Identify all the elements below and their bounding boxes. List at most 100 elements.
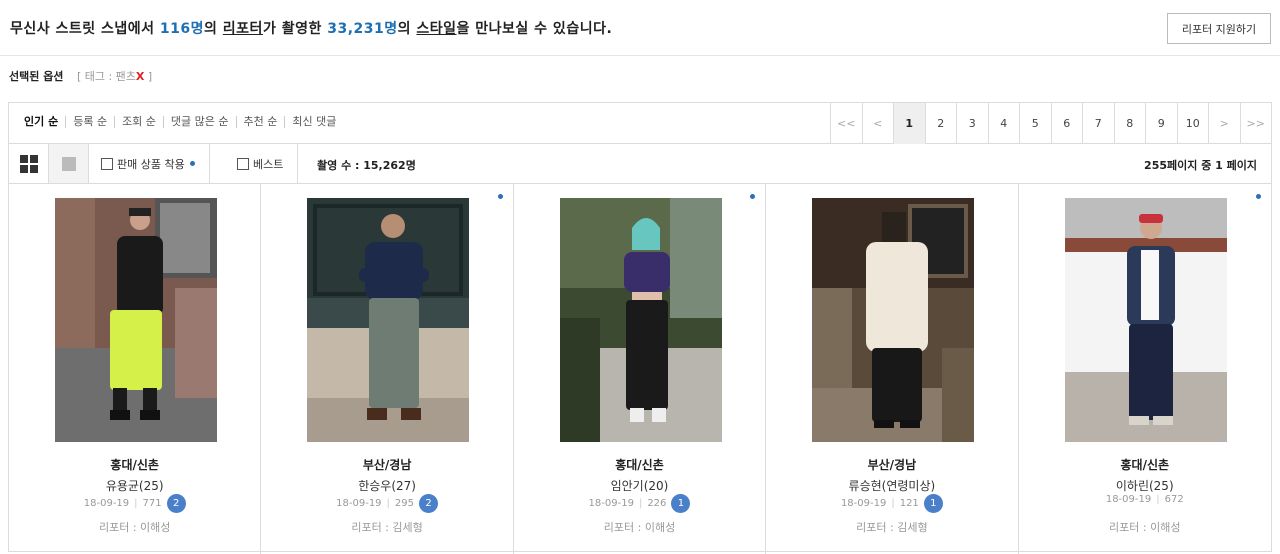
card-date: 18-09-19	[83, 498, 130, 509]
page-first-button[interactable]: <<	[830, 103, 862, 144]
card-reporter: 리포터 : 김세형	[351, 521, 423, 534]
snap-photo[interactable]	[559, 198, 722, 442]
card-name[interactable]: 임안기(20)	[514, 477, 765, 494]
sort-views[interactable]: 조회 순	[114, 116, 163, 128]
sort-popular[interactable]: 인기 순	[24, 116, 65, 128]
card-views: 295	[394, 498, 415, 509]
snap-card: 부산/경남 한승우(27) 18-09-19 | 295 2 리포터 : 김세형	[261, 184, 514, 554]
card-reporter: 리포터 : 이해성	[98, 521, 171, 534]
single-view-button[interactable]	[49, 144, 89, 183]
reporter-count: 116명	[159, 21, 205, 37]
reporter-link[interactable]: 리포터	[223, 21, 263, 37]
card-meta: 18-09-19 | 121 1	[766, 494, 1017, 513]
headline-prefix: 무신사 스트릿 스냅에서	[10, 21, 160, 37]
selected-tag: [ 태그 : 팬츠X ]	[77, 70, 152, 83]
new-indicator-icon	[1255, 194, 1261, 199]
pagination: << < 1 2 3 4 5 6 7 8 9 10 > >>	[830, 103, 1271, 144]
page-1[interactable]: 1	[893, 103, 925, 144]
card-name[interactable]: 류승현(연령미상)	[766, 477, 1017, 494]
meta-separator: |	[1156, 494, 1160, 505]
style-count: 33,231명	[327, 21, 398, 37]
card-date: 18-09-19	[840, 498, 887, 509]
card-meta: 18-09-19 | 295 2	[261, 494, 512, 513]
best-checkbox[interactable]: 베스트	[237, 144, 299, 183]
headline-connector-3: 의	[397, 21, 417, 37]
card-region: 부산/경남	[867, 458, 917, 472]
snap-card: 홍대/신촌 임안기(20) 18-09-19 | 226 1 리포터 : 이해성	[514, 184, 767, 554]
new-indicator-icon	[497, 194, 503, 199]
checkbox-icon	[237, 157, 249, 170]
snap-card: 홍대/신촌 이하린(25) 18-09-19 | 672 리포터 : 이해성	[1019, 184, 1271, 554]
card-name[interactable]: 이하린(25)	[1019, 477, 1271, 494]
page-6[interactable]: 6	[1050, 103, 1083, 144]
page-5[interactable]: 5	[1019, 103, 1051, 144]
card-views: 121	[899, 498, 919, 509]
headline: 무신사 스트릿 스냅에서 116명의 리포터가 촬영한 33,231명의 스타일…	[10, 18, 612, 38]
card-region: 홍대/신촌	[110, 458, 159, 472]
card-meta: 18-09-19 | 672	[1019, 494, 1271, 505]
page-4[interactable]: 4	[987, 103, 1020, 144]
snap-photo[interactable]	[55, 198, 217, 442]
product-worn-label: 판매 상품 착용	[117, 157, 185, 171]
meta-separator: |	[638, 498, 643, 509]
snap-count: 촬영 수 : 15,262명	[317, 159, 416, 172]
card-views: 771	[142, 498, 162, 509]
snap-photo[interactable]	[1064, 198, 1227, 442]
headline-suffix: 을 만나보실 수 있습니다.	[456, 21, 613, 37]
reporter-apply-button[interactable]: 리포터 지원하기	[1167, 13, 1271, 44]
snap-photo[interactable]	[812, 198, 975, 442]
top-banner: 무신사 스트릿 스냅에서 116명의 리포터가 촬영한 33,231명의 스타일…	[0, 0, 1280, 56]
grid-view-button[interactable]	[9, 144, 49, 183]
info-dot-icon	[189, 161, 195, 166]
sort-most-comments[interactable]: 댓글 많은 순	[162, 116, 236, 128]
card-meta: 18-09-19 | 226 1	[514, 494, 765, 513]
sort-latest-comments[interactable]: 최신 댓글	[284, 116, 343, 128]
card-reporter: 리포터 : 김세형	[856, 521, 928, 534]
page-info: 255페이지 중 1 페이지	[1144, 159, 1257, 172]
selected-tag-text: [ 태그 : 팬츠	[76, 70, 136, 83]
page-prev-button[interactable]: <	[861, 103, 894, 144]
sort-recommended[interactable]: 추천 순	[235, 116, 285, 128]
product-worn-checkbox[interactable]: 판매 상품 착용	[101, 144, 210, 183]
grid-view-icon	[19, 154, 38, 173]
meta-separator: |	[134, 498, 138, 509]
page-3[interactable]: 3	[956, 103, 988, 144]
card-meta: 18-09-19 | 771 2	[9, 494, 260, 513]
filter-toolbar: 판매 상품 착용 베스트 촬영 수 : 15,262명 255페이지 중 1 페…	[9, 144, 1271, 184]
card-date: 18-09-19	[336, 498, 382, 509]
selected-options: 선택된 옵션 [ 태그 : 팬츠X ]	[9, 68, 152, 84]
card-reporter: 리포터 : 이해성	[603, 521, 676, 534]
card-name[interactable]: 한승우(27)	[261, 477, 512, 494]
new-indicator-icon	[750, 194, 756, 199]
page-8[interactable]: 8	[1113, 103, 1146, 144]
sort-registered[interactable]: 등록 순	[65, 116, 114, 128]
meta-separator: |	[891, 498, 895, 509]
card-region: 홍대/신촌	[615, 458, 664, 472]
comment-count-badge: 1	[923, 494, 943, 513]
selected-options-label: 선택된 옵션	[9, 70, 64, 83]
card-date: 18-09-19	[588, 498, 634, 509]
card-date: 18-09-19	[1105, 494, 1152, 505]
card-name[interactable]: 유용균(25)	[9, 477, 260, 494]
checkbox-icon	[101, 157, 113, 170]
card-region: 홍대/신촌	[1120, 458, 1170, 472]
snap-list-panel: 인기 순 등록 순 조회 순 댓글 많은 순 추천 순 최신 댓글 << < 1…	[8, 102, 1272, 554]
page-2[interactable]: 2	[924, 103, 957, 144]
card-views: 672	[1164, 494, 1184, 505]
meta-separator: |	[386, 498, 390, 509]
snap-card: 부산/경남 류승현(연령미상) 18-09-19 | 121 1 리포터 : 김세형	[766, 184, 1019, 554]
card-reporter: 리포터 : 이해성	[1109, 521, 1181, 534]
card-views: 226	[647, 498, 667, 509]
snap-photo[interactable]	[307, 198, 470, 442]
single-view-icon	[61, 156, 76, 171]
comment-count-badge: 1	[671, 494, 691, 513]
page-next-button[interactable]: >	[1208, 103, 1240, 144]
snap-card: 홍대/신촌 유용균(25) 18-09-19 | 771 2 리포터 : 이해성	[9, 184, 262, 554]
page-last-button[interactable]: >>	[1239, 103, 1272, 144]
card-region: 부산/경남	[362, 458, 412, 472]
page-10[interactable]: 10	[1176, 103, 1209, 144]
style-link[interactable]: 스타일	[416, 21, 456, 37]
page-9[interactable]: 9	[1145, 103, 1177, 144]
page-7[interactable]: 7	[1082, 103, 1114, 144]
selected-tag-close: ]	[144, 70, 153, 83]
